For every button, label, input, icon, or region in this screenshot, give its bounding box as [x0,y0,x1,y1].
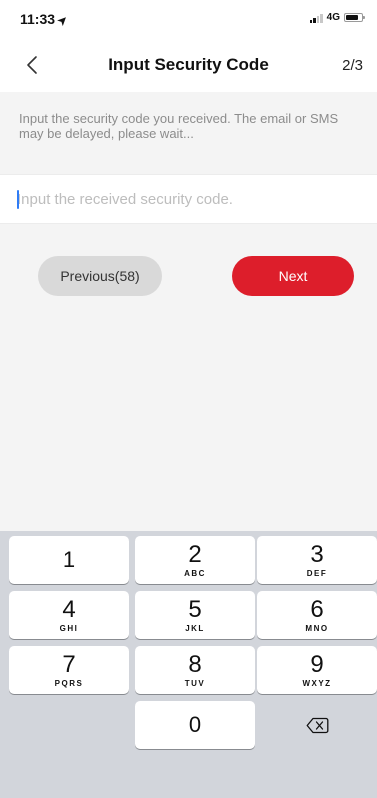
key-digit: 9 [310,650,324,678]
key-digit: 3 [310,540,324,568]
cellular-signal-icon [309,13,323,23]
security-code-input[interactable] [17,175,367,223]
navigation-bar: Input Security Code 2/3 [0,44,377,88]
status-time-text: 11:33 [20,11,56,27]
key-letters: JKL [185,623,205,633]
key-letters: GHI [59,623,79,633]
page-title: Input Security Code [108,55,269,74]
back-button[interactable] [20,53,44,77]
battery-icon [344,13,365,22]
key-letters: MNO [305,623,329,633]
key-digit: 7 [62,650,76,678]
key-9[interactable]: 9 WXYZ [257,646,377,694]
key-digit: 5 [188,595,202,623]
security-code-row [0,174,377,224]
key-digit: 4 [62,595,76,623]
delete-key[interactable] [257,701,377,749]
key-4[interactable]: 4 GHI [9,591,129,639]
battery-level [346,15,358,20]
key-letters: DEF [306,568,328,578]
chevron-left-icon [27,56,37,74]
previous-button[interactable]: Previous(58) [38,256,162,296]
hint-panel: Input the security code you received. Th… [0,92,377,174]
hint-text: Input the security code you received. Th… [19,111,339,141]
key-digit: 8 [188,650,202,678]
text-cursor [17,190,19,209]
backspace-icon [306,717,328,733]
status-time: 11:33➤ [20,11,71,28]
key-7[interactable]: 7 PQRS [9,646,129,694]
status-bar: 11:33➤ 4G [0,0,377,36]
key-8[interactable]: 8 TUV [135,646,255,694]
key-letters: ABC [184,568,206,578]
key-5[interactable]: 5 JKL [135,591,255,639]
key-letters: TUV [184,678,206,688]
key-digit: 2 [188,540,202,568]
key-2[interactable]: 2 ABC [135,536,255,584]
location-arrow-icon: ➤ [55,13,71,29]
security-code-screen: 11:33➤ 4G Input Security Code 2/3 Input … [0,0,377,798]
key-3[interactable]: 3 DEF [257,536,377,584]
key-digit: 6 [310,595,324,623]
numeric-keypad: 1 2 ABC 3 DEF 4 GHI 5 JKL 6 MNO 7 PQRS 8… [0,531,377,798]
key-0[interactable]: 0 [135,701,255,749]
step-indicator: 2/3 [342,57,363,74]
key-letters: PQRS [54,678,84,688]
action-area: Previous(58) Next [0,224,377,531]
key-letters: WXYZ [302,678,332,688]
key-1[interactable]: 1 [9,536,129,584]
key-digit: 0 [188,712,202,737]
key-digit: 1 [62,547,76,572]
network-type: 4G [326,12,340,23]
next-button[interactable]: Next [232,256,354,296]
status-indicators: 4G [309,12,365,23]
key-6[interactable]: 6 MNO [257,591,377,639]
